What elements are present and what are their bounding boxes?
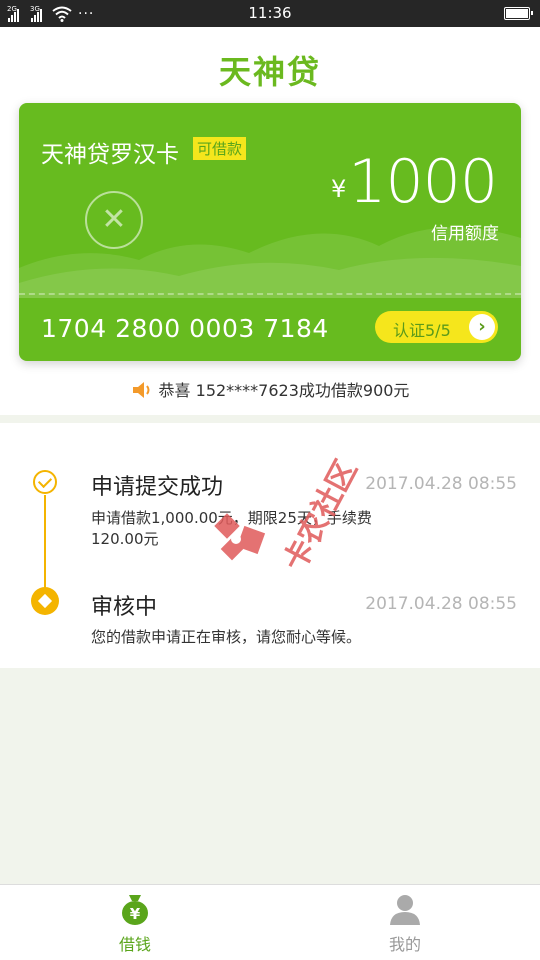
card-emblem-icon: ✕ [85,191,143,249]
loan-available-badge: 可借款 [193,137,247,160]
notice-text: 恭喜 152****7623成功借款900元 [158,381,410,400]
check-circle-icon [33,470,57,494]
timeline-step-time: 2017.04.28 08:55 [365,474,517,494]
credit-amount: 1000 [348,147,498,217]
verification-button[interactable]: 认证5/5 › [375,311,498,343]
app-logo: 天神贷 [218,53,321,91]
timeline-step-desc: 申请借款1,000.00元，期限25天，手续费120.00元 [91,509,372,548]
success-notice: 恭喜 152****7623成功借款900元 [0,377,540,401]
verification-label: 认证5/5 [393,321,451,340]
card-number: 1704 2800 0003 7184 [41,314,329,343]
timeline-step-title: 审核中 [91,595,158,620]
home-header: 天神贷 天神贷罗汉卡 可借款 ✕ ¥ 1000 信用额度 1704 2800 0… [0,27,540,415]
nav-borrow-label: 借钱 [118,935,151,954]
clock: 11:36 [248,4,292,22]
diamond-dot-icon [31,587,59,615]
timeline-step-title: 申请提交成功 [91,475,224,500]
credit-card[interactable]: 天神贷罗汉卡 可借款 ✕ ¥ 1000 信用额度 1704 2800 0003 … [19,103,521,361]
svg-text:¥: ¥ [130,905,141,923]
nav-borrow[interactable]: ¥ 借钱 [90,891,180,955]
currency-symbol: ¥ [331,175,347,203]
timeline-step-desc: 您的借款申请正在审核，请您耐心等候。 [91,628,362,646]
empty-content-area [0,668,540,884]
nav-mine-label: 我的 [388,935,421,954]
user-icon [390,895,420,925]
timeline-step-time: 2017.04.28 08:55 [365,594,517,614]
bottom-navigation: ¥ 借钱 我的 [0,884,540,960]
card-name: 天神贷罗汉卡 [41,142,179,168]
speaker-icon [132,382,150,398]
chevron-right-icon: › [469,314,495,340]
battery-icon [504,7,533,20]
money-bag-icon: ¥ [122,895,148,925]
credit-limit-label: 信用额度 [431,224,499,244]
card-divider [19,293,521,295]
status-bar: 2G 3G ··· 11:36 [0,0,540,27]
nav-mine[interactable]: 我的 [360,891,450,955]
loan-status-timeline: 申请提交成功 2017.04.28 08:55 申请借款1,000.00元，期限… [0,423,540,668]
